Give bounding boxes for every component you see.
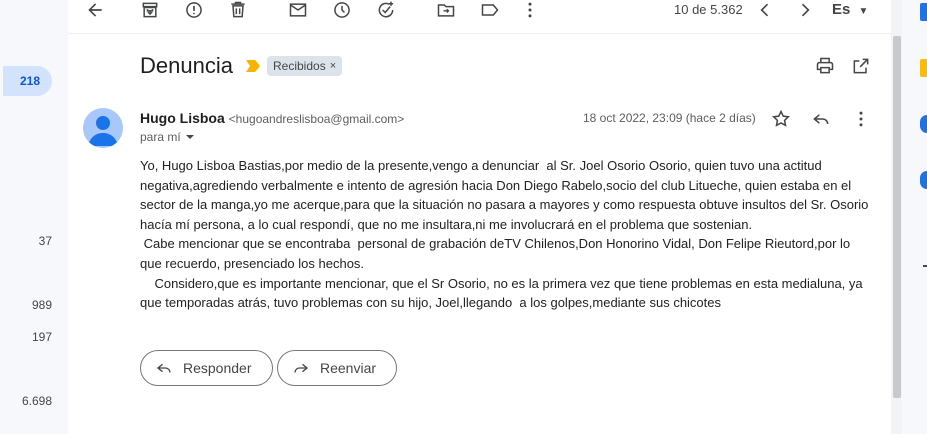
sender-line: Hugo Lisboa <hugoandreslisboa@gmail.com> [140, 110, 404, 126]
forward-button[interactable]: Reenviar [277, 350, 398, 386]
archive-icon[interactable] [139, 0, 161, 20]
tasks-app-icon[interactable] [920, 115, 927, 133]
reply-icon [156, 363, 171, 373]
email-body: Yo, Hugo Lisboa Bastias,por medio de la … [140, 158, 869, 311]
next-icon[interactable] [794, 0, 816, 20]
folder-counts: 218 37 989 197 6.698 [0, 0, 68, 434]
report-spam-icon[interactable] [183, 0, 205, 20]
email-date: 18 oct 2022, 23:09 (hace 2 días) [583, 111, 756, 125]
star-icon[interactable] [769, 107, 793, 131]
chevron-down-icon [185, 135, 194, 139]
pager-text: 10 de 5.362 [674, 2, 743, 17]
reply-icon[interactable] [809, 107, 833, 131]
side-panel [903, 0, 927, 434]
lang-label: Es [832, 1, 851, 18]
scrollbar-thumb[interactable] [893, 36, 901, 398]
snooze-icon[interactable] [331, 0, 353, 20]
recipient-text: para mí [140, 130, 181, 144]
calendar-app-icon[interactable] [920, 3, 927, 21]
inbox-count[interactable]: 218 [3, 66, 52, 96]
label-icon[interactable] [479, 0, 501, 20]
folder-count[interactable]: 37 [39, 234, 52, 248]
mark-unread-icon[interactable] [287, 0, 309, 20]
label-chip-text: Recibidos [273, 59, 326, 73]
label-chip-inbox[interactable]: Recibidos × [267, 56, 343, 76]
folder-count[interactable]: 197 [32, 330, 52, 344]
remove-label-icon[interactable]: × [330, 56, 336, 76]
input-language-button[interactable]: Es ▼ [832, 1, 868, 18]
chevron-down-icon: ▼ [858, 6, 869, 17]
move-to-icon[interactable] [435, 0, 457, 20]
message-view: 10 de 5.362 Es ▼ Denuncia Recibidos × Hu… [68, 0, 902, 434]
divider [923, 265, 927, 267]
print-icon[interactable] [813, 54, 837, 78]
reply-button-label: Responder [183, 360, 252, 376]
avatar[interactable] [83, 108, 123, 148]
folder-count[interactable]: 6.698 [22, 394, 52, 408]
more-icon[interactable] [519, 0, 541, 20]
forward-button-label: Reenviar [320, 360, 377, 376]
importance-marker-icon[interactable] [246, 60, 260, 72]
message-toolbar: 10 de 5.362 Es ▼ [68, 0, 902, 34]
email-subject: Denuncia [140, 53, 233, 78]
contacts-app-icon[interactable] [920, 171, 927, 189]
sender-name[interactable]: Hugo Lisboa [140, 110, 225, 126]
person-icon [88, 116, 118, 146]
more-options-icon[interactable] [849, 107, 873, 131]
forward-icon [294, 363, 309, 373]
folder-count[interactable]: 989 [32, 298, 52, 312]
recipient-details[interactable]: para mí [140, 130, 195, 144]
keep-app-icon[interactable] [920, 59, 927, 77]
delete-icon[interactable] [227, 0, 249, 20]
prev-icon[interactable] [754, 0, 776, 20]
reply-button[interactable]: Responder [140, 350, 273, 386]
open-new-window-icon[interactable] [849, 54, 873, 78]
back-icon[interactable] [84, 0, 106, 20]
sender-email: <hugoandreslisboa@gmail.com> [228, 112, 405, 126]
add-task-icon[interactable] [375, 0, 397, 20]
